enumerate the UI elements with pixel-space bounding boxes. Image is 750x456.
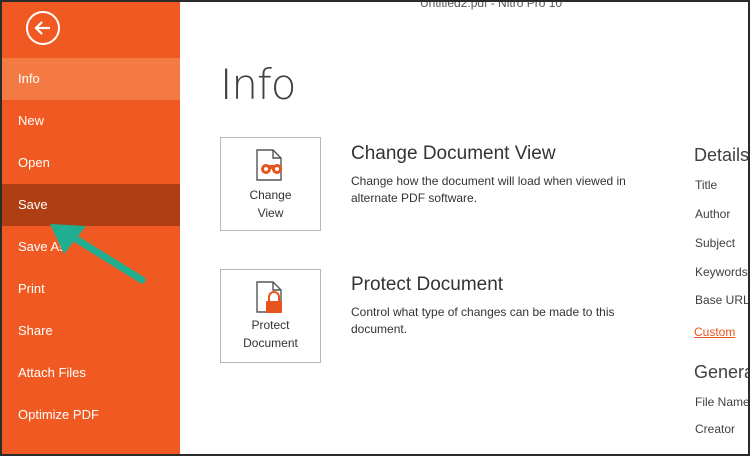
back-button[interactable] — [26, 11, 60, 45]
custom-properties-link[interactable]: Custom — [694, 325, 735, 339]
property-subject: Subject — [695, 236, 736, 250]
change-view-description: Change how the document will load when v… — [351, 174, 626, 205]
protect-description: Control what type of changes can be made… — [351, 305, 615, 336]
sidebar-item-attach-files[interactable]: Attach Files — [2, 352, 180, 394]
protect-label-line2: Document — [243, 336, 298, 350]
property-creator: Creator — [695, 422, 736, 436]
protect-heading: Protect Document — [351, 274, 504, 295]
sidebar-item-info[interactable]: Info — [2, 58, 180, 100]
page-title: Info — [220, 60, 296, 109]
change-view-label-line1: Change — [249, 188, 292, 202]
property-author: Author — [695, 207, 731, 221]
sidebar-item-open[interactable]: Open — [2, 142, 180, 184]
protect-label-line1: Protect — [251, 318, 290, 332]
property-file-name: File Name — [695, 395, 750, 409]
binoculars-document-icon — [256, 149, 282, 181]
change-view-heading: Change Document View — [351, 143, 556, 164]
window-title: Untitled2.pdf - Nitro Pro 10 — [420, 0, 563, 10]
protect-document-button[interactable]: Protect Document — [220, 269, 321, 363]
property-title: Title — [695, 178, 718, 192]
change-view-button[interactable]: Change View — [220, 137, 321, 231]
general-heading: General — [694, 362, 748, 382]
lock-document-icon — [256, 281, 282, 313]
sidebar-item-optimize-pdf[interactable]: Optimize PDF — [2, 394, 180, 436]
change-view-label-line2: View — [257, 206, 284, 220]
back-arrow-icon — [34, 21, 50, 35]
details-heading: Details — [694, 145, 750, 165]
sidebar-item-new[interactable]: New — [2, 100, 180, 142]
annotation-arrow-icon — [50, 224, 146, 284]
property-keywords: Keywords — [695, 265, 748, 279]
app-window: Untitled2.pdf - Nitro Pro 10 Info New Op… — [0, 0, 750, 456]
property-base-url: Base URL — [695, 293, 750, 307]
sidebar-item-share[interactable]: Share — [2, 310, 180, 352]
